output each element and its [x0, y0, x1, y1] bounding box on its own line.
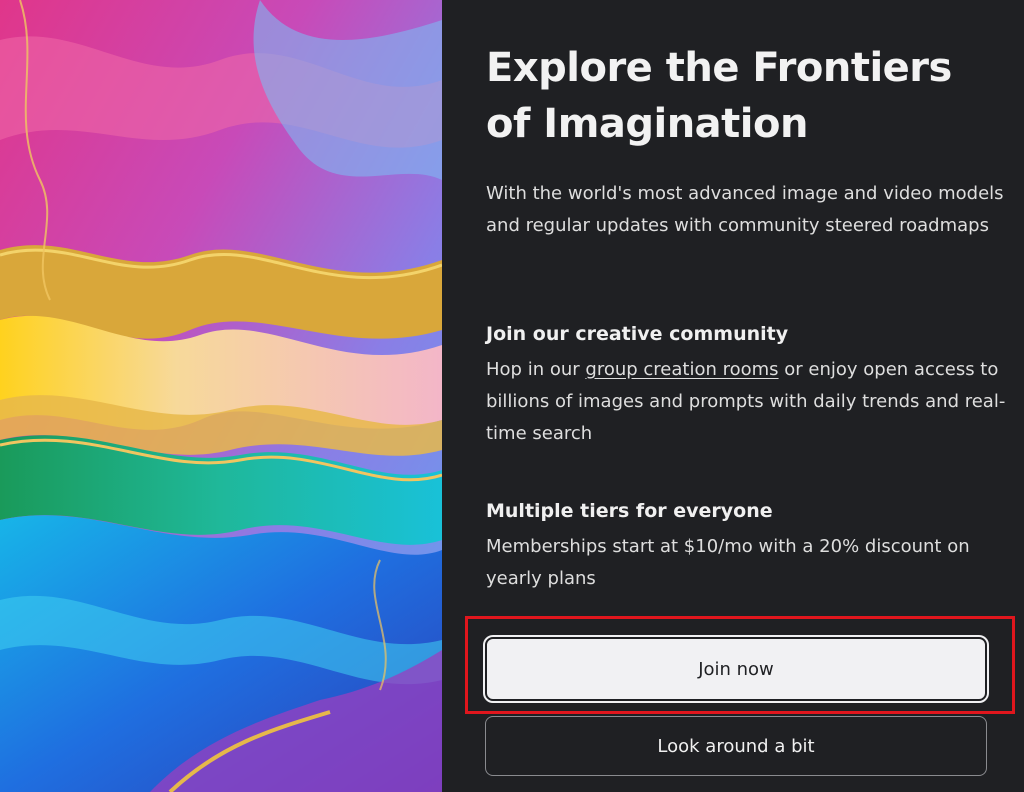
- abstract-marble-artwork: [0, 0, 442, 792]
- group-creation-rooms-link[interactable]: group creation rooms: [585, 359, 778, 380]
- look-around-button[interactable]: Look around a bit: [485, 716, 987, 776]
- signup-modal: Explore the Frontiers of Imagination Wit…: [0, 0, 1024, 792]
- tiers-heading: Multiple tiers for everyone: [486, 500, 773, 522]
- join-now-button[interactable]: Join now: [483, 635, 989, 703]
- tiers-text: Memberships start at $10/mo with a 20% d…: [486, 536, 970, 589]
- page-title: Explore the Frontiers of Imagination: [486, 45, 952, 147]
- content-panel: Explore the Frontiers of Imagination Wit…: [442, 0, 1024, 792]
- community-text-before: Hop in our: [486, 359, 580, 380]
- community-text: Hop in our group creation rooms or enjoy…: [486, 354, 1006, 450]
- community-heading: Join our creative community: [486, 323, 789, 345]
- intro-text: With the world's most advanced image and…: [486, 183, 1004, 236]
